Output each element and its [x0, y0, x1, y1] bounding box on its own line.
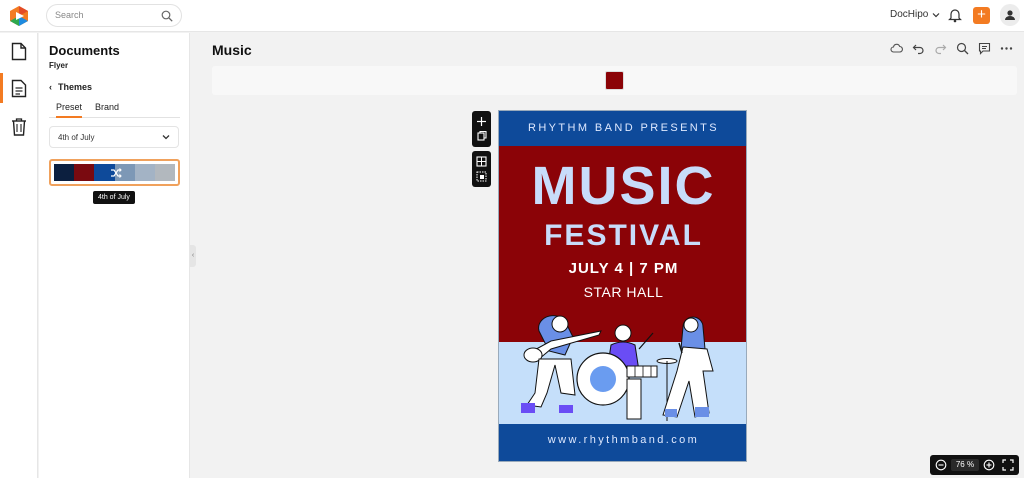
flyer-top-banner[interactable]: RHYTHM BAND PRESENTS: [499, 111, 746, 146]
rail-new-document[interactable]: [0, 36, 38, 66]
flyer-subheadline[interactable]: FESTIVAL: [499, 219, 746, 253]
flyer-headline[interactable]: MUSIC: [499, 157, 746, 215]
floating-tools: [472, 111, 491, 191]
cloud-save-icon[interactable]: [890, 42, 903, 55]
search-icon[interactable]: [956, 42, 969, 55]
account-name[interactable]: DocHipo: [890, 9, 928, 20]
search-icon[interactable]: [161, 10, 173, 22]
zoom-in-icon[interactable]: [983, 459, 995, 471]
search-placeholder[interactable]: Search: [55, 10, 84, 20]
theme-dropdown[interactable]: 4th of July: [49, 126, 179, 148]
create-button[interactable]: +: [973, 7, 990, 24]
panel-collapse-handle[interactable]: ‹: [190, 245, 196, 267]
theme-dropdown-value: 4th of July: [58, 133, 95, 142]
tab-preset[interactable]: Preset: [56, 102, 83, 118]
selected-color-swatch[interactable]: [605, 71, 624, 90]
page-tools-group: [472, 111, 491, 147]
theme-tabs: Preset Brand: [49, 101, 180, 118]
zoom-value[interactable]: 76 %: [951, 459, 979, 471]
user-icon: [1005, 10, 1015, 20]
resize-icon[interactable]: [472, 169, 491, 184]
palette-swatch: [154, 164, 176, 181]
flyer-venue[interactable]: STAR HALL: [499, 284, 746, 300]
zoom-unit: %: [967, 460, 975, 469]
editor-toolbar: [890, 42, 1013, 55]
panel-subtitle: Flyer: [49, 61, 69, 70]
flyer-website[interactable]: www.rhythmband.com: [499, 424, 746, 461]
document-list-icon: [11, 79, 27, 97]
shuffle-icon[interactable]: [110, 167, 122, 179]
tab-brand[interactable]: Brand: [95, 102, 119, 112]
color-toolbar: [212, 66, 1017, 95]
palette-tooltip: 4th of July: [93, 191, 135, 204]
document-new-icon: [11, 42, 27, 60]
grid-icon[interactable]: [472, 154, 491, 169]
zoom-control: 76 %: [930, 455, 1019, 475]
left-icon-rail: [0, 33, 38, 478]
add-page-icon[interactable]: [472, 114, 491, 129]
redo-icon[interactable]: [934, 42, 947, 55]
document-title[interactable]: Music: [212, 42, 252, 58]
account-menu[interactable]: DocHipo: [890, 9, 940, 20]
dochipo-logo-icon[interactable]: [8, 5, 30, 27]
search-box[interactable]: Search: [46, 4, 182, 27]
palette-swatch: [74, 164, 95, 181]
panel-title: Documents: [49, 43, 120, 58]
chevron-down-icon[interactable]: [932, 11, 940, 19]
rail-documents[interactable]: [0, 73, 38, 103]
zoom-number: 76: [955, 460, 965, 469]
more-icon[interactable]: [1000, 42, 1013, 55]
trash-icon: [12, 117, 26, 136]
themes-back-label: Themes: [58, 82, 93, 92]
theme-palette[interactable]: [49, 159, 180, 186]
top-bar: Search DocHipo +: [0, 0, 1024, 32]
zoom-out-icon[interactable]: [935, 459, 947, 471]
palette-swatch: [134, 164, 155, 181]
bell-icon[interactable]: [948, 7, 962, 23]
plus-icon: +: [977, 6, 986, 23]
themes-back-button[interactable]: ‹ Themes: [49, 82, 92, 92]
palette-swatch: [54, 164, 75, 181]
flyer-page[interactable]: RHYTHM BAND PRESENTS MUSIC FESTIVAL JULY…: [498, 110, 747, 462]
chevron-down-icon: [162, 135, 170, 140]
duplicate-page-icon[interactable]: [472, 129, 491, 144]
undo-icon[interactable]: [912, 42, 925, 55]
comment-icon[interactable]: [978, 42, 991, 55]
themes-panel: Documents Flyer ‹ Themes Preset Brand 4t…: [39, 33, 190, 478]
rail-trash[interactable]: [0, 111, 38, 141]
band-illustration[interactable]: [519, 309, 729, 425]
fullscreen-icon[interactable]: [1002, 459, 1014, 471]
flyer-date[interactable]: JULY 4 | 7 PM: [499, 260, 746, 277]
grid-tools-group: [472, 151, 491, 187]
user-avatar-button[interactable]: [1000, 4, 1020, 26]
chevron-left-icon: ‹: [49, 82, 52, 92]
